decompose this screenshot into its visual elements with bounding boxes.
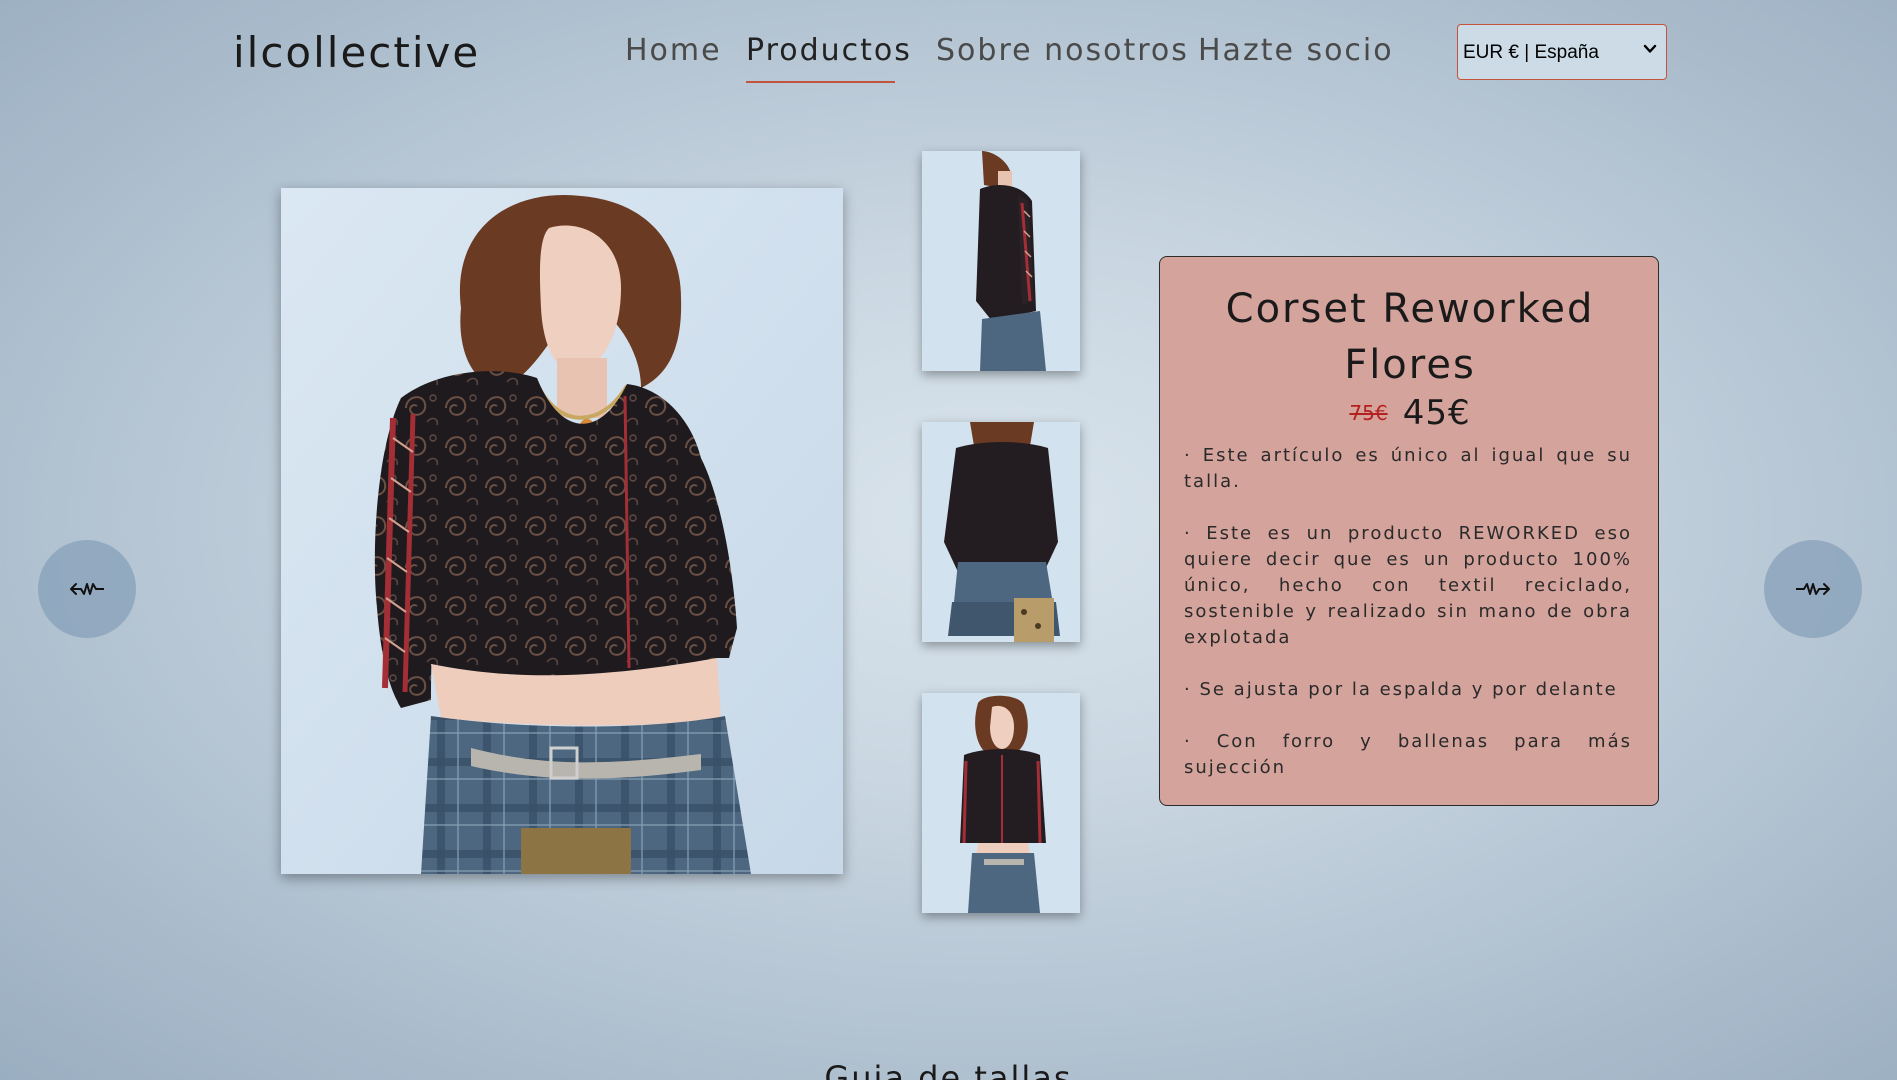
description-item: · Se ajusta por la espalda y por delante (1184, 679, 1618, 700)
product-description: · Este artículo es único al igual que su… (1184, 443, 1632, 807)
description-item: · Este artículo es único al igual que su… (1184, 445, 1632, 492)
price-row: 75€ 45€ (1160, 393, 1660, 433)
site-logo[interactable]: ilcollective (233, 25, 480, 81)
gallery-thumbnail-3[interactable] (922, 693, 1080, 913)
product-info-card: Corset Reworked Flores 75€ 45€ · Este ar… (1159, 256, 1659, 806)
old-price: 75€ (1349, 401, 1388, 425)
nav-sobre-nosotros[interactable]: Sobre nosotros (936, 30, 1189, 72)
size-guide-heading: Guia de tallas (824, 1059, 1073, 1080)
model-photo-back (922, 422, 1080, 642)
product-title-line-1: Corset Reworked (1225, 286, 1595, 332)
description-item: · Este es un producto REWORKED eso quier… (1184, 523, 1632, 648)
chevron-down-icon (1643, 44, 1657, 53)
arrow-right-icon (1796, 583, 1830, 595)
nav-home[interactable]: Home (625, 30, 722, 72)
next-product-button[interactable] (1764, 540, 1862, 638)
model-photo-front-angle (281, 188, 843, 874)
description-item: · Con forro y ballenas para más sujecció… (1184, 731, 1632, 778)
site-header: ilcollective Home Productos Sobre nosotr… (0, 0, 1897, 110)
currency-select[interactable]: EUR € | España (1457, 24, 1667, 80)
product-title-line-2: Flores (1344, 342, 1476, 388)
model-photo-front (922, 693, 1080, 913)
gallery-thumbnail-2[interactable] (922, 422, 1080, 642)
model-photo-side (922, 151, 1080, 371)
gallery-thumbnail-1[interactable] (922, 151, 1080, 371)
active-nav-underline (746, 81, 895, 83)
arrow-left-icon (70, 583, 104, 595)
nav-productos[interactable]: Productos (746, 30, 912, 72)
currency-select-value: EUR € | España (1463, 42, 1599, 63)
nav-hazte-socio[interactable]: Hazte socio (1198, 30, 1394, 72)
current-price: 45€ (1402, 393, 1471, 433)
main-product-photo[interactable] (281, 188, 843, 874)
previous-product-button[interactable] (38, 540, 136, 638)
product-title: Corset Reworked Flores (1180, 281, 1640, 393)
